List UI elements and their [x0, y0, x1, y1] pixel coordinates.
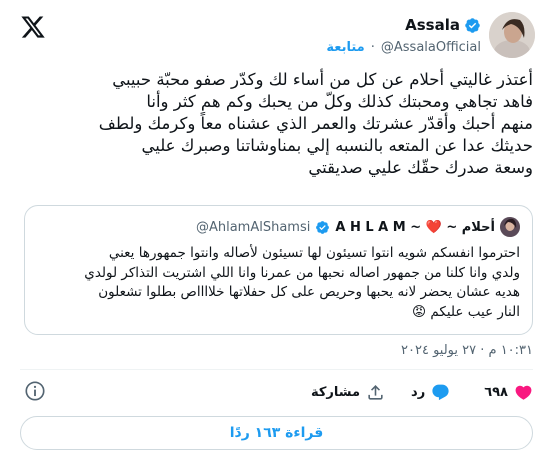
quoted-author-name: أحلام ~ ❤️ ~ A H L A M	[335, 219, 495, 235]
verified-badge-icon	[316, 220, 330, 234]
tweet-text: أعتذر غاليتي أحلام عن كل من أساء لك وكدّ…	[98, 70, 533, 177]
reply-icon	[432, 384, 449, 400]
quoted-tweet-text: احترموا انفسكم شويه انتوا تسيئون لها تسي…	[84, 245, 520, 320]
quoted-tweet[interactable]: أحلام ~ ❤️ ~ A H L A M @AhlamAlShamsi اح…	[24, 205, 533, 335]
divider	[20, 369, 533, 370]
x-logo-icon[interactable]	[20, 14, 46, 40]
reply-label: رد	[411, 384, 426, 400]
verified-badge-icon	[465, 17, 480, 33]
tweet-header: Assala متابعة · @AssalaOfficial	[0, 10, 553, 60]
tweet-embed-card: Assala متابعة · @AssalaOfficial أعتذر غا…	[0, 0, 553, 459]
heart-icon	[515, 385, 532, 400]
share-icon	[368, 384, 383, 400]
like-button[interactable]: ٦٩٨	[484, 383, 533, 402]
info-icon[interactable]	[24, 380, 46, 402]
like-count: ٦٩٨	[484, 384, 508, 400]
author-handle-row: متابعة · @AssalaOfficial	[326, 40, 481, 55]
follow-button[interactable]: متابعة	[326, 40, 364, 55]
author-name-row: Assala	[405, 16, 481, 34]
share-label: مشاركة	[310, 384, 361, 400]
separator-dot: ·	[370, 40, 375, 55]
quoted-author-avatar	[500, 217, 520, 237]
author-name[interactable]: Assala	[405, 16, 460, 34]
author-handle[interactable]: @AssalaOfficial	[381, 40, 481, 55]
quoted-author-handle: @AhlamAlShamsi	[195, 219, 311, 235]
action-bar: ٦٩٨ رد مشاركة	[275, 378, 533, 406]
read-replies-button[interactable]: قراءة ١٦٣ ردًا	[20, 416, 533, 450]
author-avatar[interactable]	[489, 12, 535, 58]
share-button[interactable]: مشاركة	[311, 383, 385, 402]
reply-button[interactable]: رد	[411, 383, 450, 402]
quoted-tweet-header: أحلام ~ ❤️ ~ A H L A M @AhlamAlShamsi	[196, 217, 520, 237]
tweet-timestamp[interactable]: ١٠:٣١ م · ٢٧ يوليو ٢٠٢٤	[401, 343, 533, 358]
